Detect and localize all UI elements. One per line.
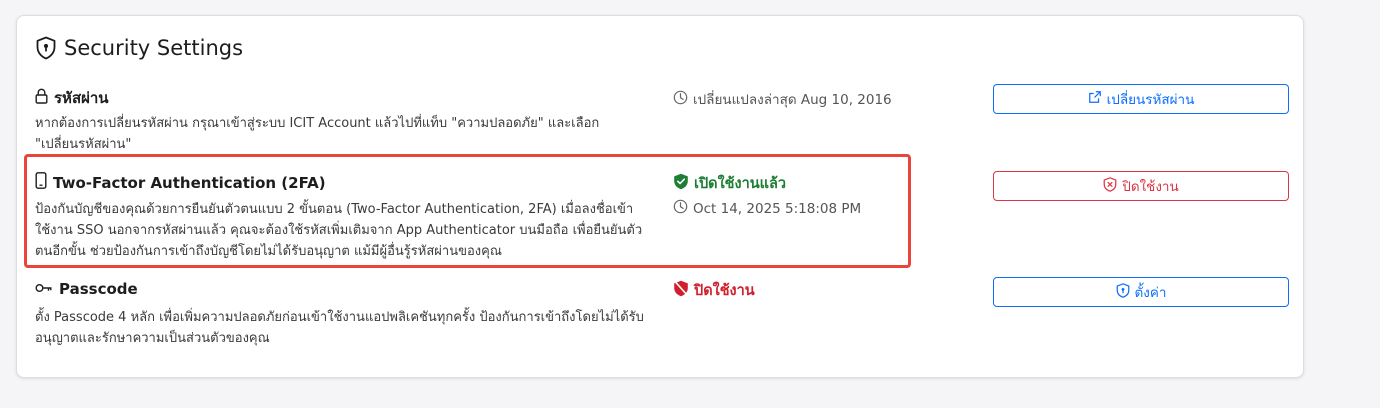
shield-icon (35, 36, 57, 60)
shield-lock-icon (1116, 282, 1130, 302)
set-passcode-label: ตั้งค่า (1134, 285, 1167, 301)
passcode-title: Passcode (35, 280, 138, 298)
card-header: Security Settings (35, 34, 243, 62)
twofa-description: ป้องกันบัญชีของคุณด้วยการยืนยันตัวตนแบบ … (35, 202, 643, 259)
twofa-status-text: เปิดใช้งานแล้ว (694, 176, 787, 192)
password-title-text: รหัสผ่าน (54, 89, 109, 107)
password-description: หากต้องการเปลี่ยนรหัสผ่าน กรุณาเข้าสู่ระ… (35, 116, 600, 152)
disable-2fa-button[interactable]: ปิดใช้งาน (993, 171, 1289, 201)
passcode-title-text: Passcode (59, 280, 138, 298)
shield-slash-icon (673, 280, 689, 301)
clock-icon (673, 199, 688, 218)
passcode-status-text: ปิดใช้งาน (694, 283, 755, 299)
card-title: Security Settings (64, 36, 244, 60)
set-passcode-button[interactable]: ตั้งค่า (993, 277, 1289, 307)
change-password-button[interactable]: เปลี่ยนรหัสผ่าน (993, 84, 1289, 114)
change-password-label: เปลี่ยนรหัสผ่าน (1106, 92, 1195, 108)
external-link-icon (1088, 90, 1102, 108)
password-last-changed-text: เปลี่ยนแปลงล่าสุด Aug 10, 2016 (693, 92, 892, 108)
key-icon (35, 280, 53, 298)
clock-icon (673, 90, 688, 109)
password-title: รหัสผ่าน (35, 86, 109, 110)
twofa-title: Two-Factor Authentication (2FA) (35, 172, 326, 193)
security-settings-card: Security Settings รหัสผ่าน หากต้องการเปล… (16, 15, 1304, 378)
password-last-changed: เปลี่ยนแปลงล่าสุด Aug 10, 2016 (673, 88, 892, 110)
twofa-title-text: Two-Factor Authentication (2FA) (53, 173, 326, 192)
twofa-timestamp-text: Oct 14, 2025 5:18:08 PM (693, 200, 862, 217)
passcode-status: ปิดใช้งาน (673, 279, 755, 302)
mobile-phone-icon (35, 172, 47, 193)
disable-2fa-label: ปิดใช้งาน (1122, 179, 1179, 195)
lock-icon (35, 88, 48, 108)
shield-check-icon (673, 173, 689, 194)
twofa-status: เปิดใช้งานแล้ว (673, 172, 786, 195)
twofa-timestamp: Oct 14, 2025 5:18:08 PM (673, 199, 861, 218)
passcode-description: ตั้ง Passcode 4 หลัก เพื่อเพิ่มความปลอดภ… (35, 310, 644, 346)
shield-x-icon (1103, 176, 1117, 196)
